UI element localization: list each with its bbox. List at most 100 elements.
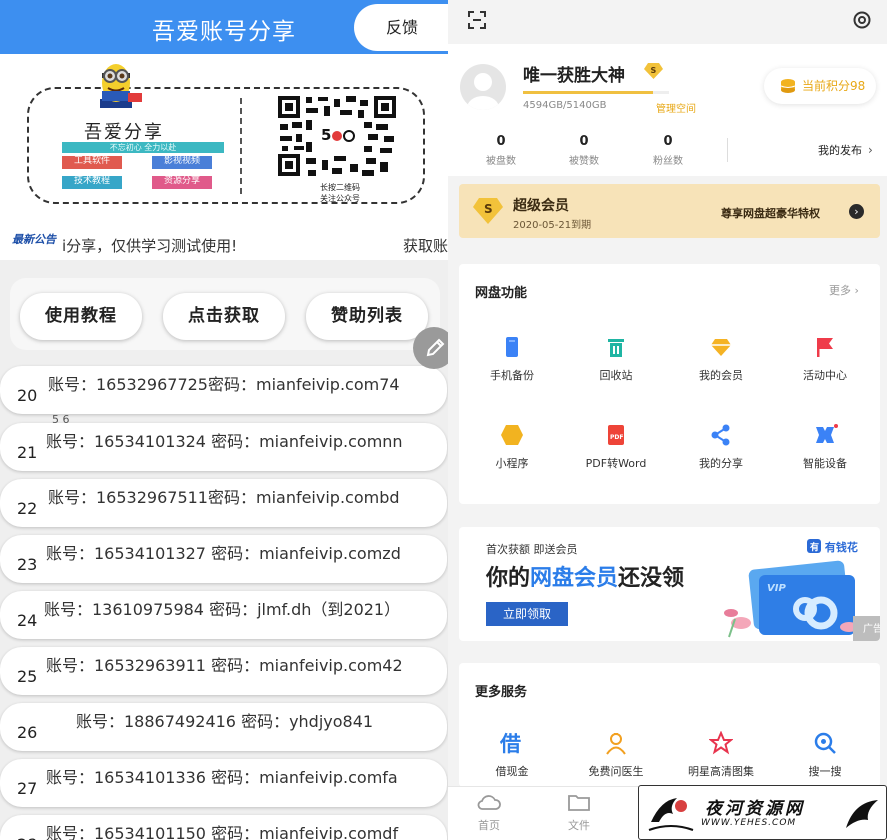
- vip-coin-icon: S: [644, 63, 663, 79]
- tab-home[interactable]: 首页: [459, 793, 519, 833]
- vip-title: 超级会员: [513, 198, 569, 214]
- section-title: 网盘功能: [475, 286, 528, 301]
- account-row[interactable]: 25 账号：16532963911 密码：mianfeivip.com42: [0, 647, 447, 695]
- get-account-button[interactable]: 点击获取: [163, 293, 285, 340]
- vip-expiry: 2020-05-21到期: [513, 220, 592, 231]
- service-star-gallery[interactable]: 明星高清图集: [678, 731, 764, 779]
- svg-text:借: 借: [500, 732, 521, 755]
- account-row[interactable]: 23 账号：16534101327 密码：mianfeivip.comzd: [0, 535, 447, 583]
- service-search[interactable]: 搜一搜: [782, 731, 868, 779]
- ad-headline-highlight: 网盘会员: [530, 566, 619, 591]
- row-number: 23: [17, 555, 38, 574]
- stat-likes[interactable]: 0 被赞数: [554, 134, 614, 167]
- func-phone-backup[interactable]: 手机备份: [469, 336, 555, 383]
- func-mini-program[interactable]: 小程序: [469, 424, 555, 471]
- row-account: 账号：18867492416 密码：yhdjyo841: [76, 712, 374, 731]
- my-publish-label: 我的发布: [818, 144, 862, 157]
- row-account: 账号：16532967725密码：mianfeivip.com74: [48, 375, 400, 394]
- banner-tag-tools: 工具软件: [62, 156, 122, 169]
- tab-files[interactable]: 文件: [549, 793, 609, 833]
- qr-code-icon: 5: [276, 94, 398, 178]
- row-account: 账号：16532967511密码：mianfeivip.combd: [48, 488, 400, 507]
- chevron-right-icon: ›: [868, 143, 873, 157]
- func-label: 智能设备: [803, 457, 847, 470]
- row-number: 24: [17, 611, 38, 630]
- edit-fab-button[interactable]: [413, 327, 448, 369]
- flag-icon: [817, 338, 833, 357]
- func-my-share[interactable]: 我的分享: [678, 424, 764, 471]
- service-ask-doctor[interactable]: 免费问医生: [573, 731, 659, 779]
- username: 唯一获胜大神: [523, 66, 625, 86]
- row-account: 账号：16534101324 密码：mianfeivip.comnn: [46, 432, 403, 451]
- phone-backup-icon: [506, 337, 518, 357]
- account-row[interactable]: 22 账号：16532967511密码：mianfeivip.combd: [0, 479, 447, 527]
- settings-icon[interactable]: [852, 10, 872, 30]
- scan-icon[interactable]: [468, 11, 486, 29]
- tab-label: 文件: [568, 819, 590, 832]
- stat-fans[interactable]: 0 粉丝数: [638, 134, 698, 167]
- banner-tag-tutorial: 技术教程: [62, 176, 122, 189]
- row-account: 账号：16534101327 密码：mianfeivip.comzd: [46, 544, 401, 563]
- hexagon-icon: [501, 425, 523, 445]
- pdf-file-icon: PDF: [608, 425, 624, 445]
- smart-device-icon: [816, 424, 838, 443]
- stat-label: 被盘数: [486, 156, 516, 167]
- chevron-right-icon: ›: [849, 204, 864, 219]
- account-row[interactable]: 28 账号：16534101150 密码：mianfeivip.comdf: [0, 815, 447, 840]
- feedback-button[interactable]: 反馈: [354, 4, 448, 51]
- account-row[interactable]: 20 账号：16532967725密码：mianfeivip.com74: [0, 366, 447, 414]
- notice-bar[interactable]: 最新公告 i分享，仅供学习测试使用! 获取账: [0, 228, 448, 260]
- stat-value: 0: [579, 134, 589, 149]
- tutorial-button[interactable]: 使用教程: [20, 293, 142, 340]
- service-label: 免费问医生: [588, 765, 644, 778]
- func-pdf-to-word[interactable]: PDF PDF转Word: [573, 424, 659, 471]
- claim-now-button[interactable]: 立即领取: [486, 602, 568, 626]
- row-number: 25: [17, 667, 38, 686]
- netdisk-functions: 网盘功能 更多 › 手机备份 回收站 我的会员 活动中心 小程序 PDF PDF…: [459, 264, 880, 504]
- account-row[interactable]: 24 账号：13610975984 密码：jlmf.dh（到2021）: [0, 591, 447, 639]
- row-number: 22: [17, 499, 38, 518]
- row-number: 21: [17, 443, 38, 462]
- promo-banner[interactable]: 吾爱分享 不忘初心 全力以赴 工具软件 影视视频 技术教程 资源分享 5 长按二…: [0, 54, 448, 230]
- super-vip-card[interactable]: S 超级会员 2020-05-21到期 尊享网盘超豪华特权 ›: [459, 184, 880, 238]
- more-link[interactable]: 更多 ›: [829, 282, 859, 298]
- account-row[interactable]: 27 账号：16534101336 密码：mianfeivip.comfa: [0, 759, 447, 807]
- storage-progress-fill: [523, 91, 654, 94]
- service-borrow-cash[interactable]: 借 借现金: [469, 731, 555, 779]
- pencil-icon: [426, 338, 445, 357]
- stat-divider: [727, 138, 728, 162]
- avatar[interactable]: [460, 64, 506, 110]
- watermark-seal-icon: [648, 798, 694, 831]
- account-row[interactable]: 21 账号：16534101324 密码：mianfeivip.comnn: [0, 423, 447, 471]
- qr-caption-line1: 长按二维码: [320, 183, 360, 192]
- svg-text:PDF: PDF: [610, 434, 623, 441]
- stat-disk[interactable]: 0 被盘数: [471, 134, 531, 167]
- func-smart-device[interactable]: 智能设备: [782, 424, 868, 471]
- service-label: 明星高清图集: [688, 765, 754, 778]
- func-label: 回收站: [599, 369, 633, 382]
- qr-caption-line2: 关注公众号: [320, 194, 360, 203]
- points-label: 当前积分98: [802, 79, 866, 93]
- more-services: 更多服务 借 借现金 免费问医生 明星高清图集 搜一搜: [459, 663, 880, 787]
- svg-text:VIP: VIP: [767, 583, 786, 594]
- func-label: 我的分享: [699, 457, 743, 470]
- manage-space-link[interactable]: 管理空间: [656, 100, 696, 115]
- diamond-icon: [711, 339, 731, 356]
- points-button[interactable]: 当前积分98: [764, 68, 876, 104]
- my-publish-link[interactable]: 我的发布 ›: [818, 142, 873, 158]
- tab-label: 首页: [478, 819, 500, 832]
- netdisk-profile-app: 唯一获胜大神 S 4594GB/5140GB 管理空间 当前积分98 0 被盘数…: [448, 0, 887, 840]
- account-row[interactable]: 26 账号：18867492416 密码：yhdjyo841: [0, 703, 447, 751]
- brand-logo-icon: 有: [807, 539, 821, 553]
- notice-label: 最新公告: [12, 233, 56, 246]
- minion-logo-icon: [100, 64, 142, 108]
- banner-motto: 不忘初心 全力以赴: [62, 142, 224, 153]
- advertisement-banner[interactable]: 首次获额 即送会员 你的网盘会员还没领 立即领取 有 有钱花 VIP 广告: [459, 527, 880, 641]
- app-header: 吾爱账号分享 反馈: [0, 0, 448, 54]
- coin-stack-icon: [780, 79, 796, 93]
- sponsor-list-button[interactable]: 赞助列表: [306, 293, 428, 340]
- func-recycle-bin[interactable]: 回收站: [573, 336, 659, 383]
- vip-card-illustration-icon: VIP: [724, 560, 858, 638]
- func-my-vip[interactable]: 我的会员: [678, 336, 764, 383]
- func-activity-center[interactable]: 活动中心: [782, 336, 868, 383]
